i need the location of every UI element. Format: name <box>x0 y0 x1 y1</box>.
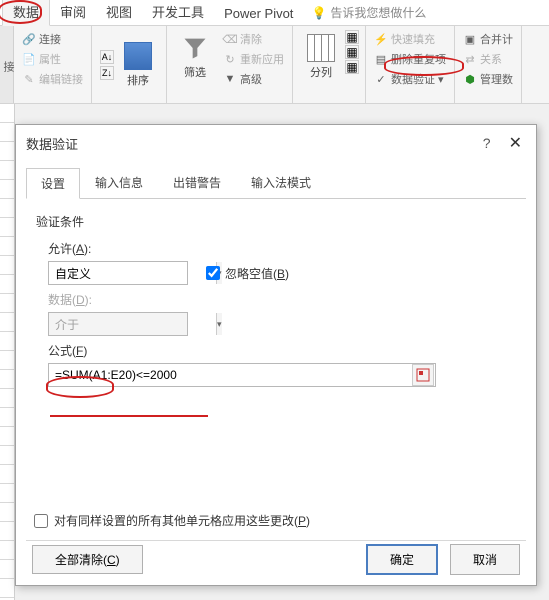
btn-consolidate[interactable]: ▣合并计 <box>461 30 515 48</box>
tab-error-alert[interactable]: 出错警告 <box>158 167 236 198</box>
allow-label: 允许(A): <box>48 240 516 257</box>
tab-view[interactable]: 视图 <box>96 0 142 25</box>
group-datatools: ⚡快速填充 ▤删除重复项 ✓数据验证 ▾ <box>366 26 455 103</box>
btn-manage[interactable]: ⬢管理数 <box>461 70 515 88</box>
sort-desc-icon[interactable]: Z↓ <box>100 66 114 80</box>
apply-all-checkbox[interactable] <box>34 514 48 528</box>
btn-connections[interactable]: 🔗连接 <box>20 30 85 48</box>
allow-input[interactable] <box>49 262 216 284</box>
range-icon <box>416 368 430 382</box>
btn-reapply[interactable]: ↻重新应用 <box>221 50 286 68</box>
dialog-title: 数据验证 <box>26 134 78 153</box>
allow-combo[interactable]: ▾ <box>48 261 188 285</box>
mini-icon-3[interactable]: ▦ <box>345 60 359 74</box>
tab-ime-mode[interactable]: 输入法模式 <box>236 167 326 198</box>
btn-editlinks[interactable]: ✎编辑链接 <box>20 70 85 88</box>
dialog-tabs: 设置 输入信息 出错警告 输入法模式 <box>26 167 526 199</box>
group-filter: 筛选 ⌫清除 ↻重新应用 ▼高级 <box>167 26 293 103</box>
edit-icon: ✎ <box>22 72 36 86</box>
left-edge: 接 <box>0 26 14 103</box>
sort-icon <box>124 42 152 70</box>
ribbon-bar: 接 🔗连接 📄属性 ✎编辑链接 A↓ Z↓ 排序 筛选 ⌫清除 ↻重新应用 ▼高… <box>0 26 549 104</box>
tab-input-message[interactable]: 输入信息 <box>80 167 158 198</box>
btn-filter[interactable]: 筛选 <box>173 30 217 99</box>
consolidate-icon: ▣ <box>463 32 477 46</box>
btn-clear[interactable]: ⌫清除 <box>221 30 286 48</box>
tab-settings[interactable]: 设置 <box>26 168 80 199</box>
cancel-button[interactable]: 取消 <box>450 544 520 575</box>
tellme-search[interactable]: 💡 告诉我您想做什么 <box>303 0 434 25</box>
filter-icon <box>181 34 209 62</box>
btn-removedup[interactable]: ▤删除重复项 <box>372 50 448 68</box>
formula-box[interactable] <box>48 363 436 387</box>
advanced-icon: ▼ <box>223 72 237 86</box>
ignore-blank-row[interactable]: 忽略空值(B) <box>206 265 289 282</box>
ignore-blank-label: 忽略空值(B) <box>225 265 289 282</box>
link-icon: 🔗 <box>22 32 36 46</box>
group-connections: 🔗连接 📄属性 ✎编辑链接 <box>14 26 92 103</box>
data-validation-dialog: 数据验证 ? ✕ 设置 输入信息 出错警告 输入法模式 验证条件 允许(A): … <box>15 124 537 586</box>
btn-flashfill[interactable]: ⚡快速填充 <box>372 30 448 48</box>
btn-relations[interactable]: ⇄关系 <box>461 50 515 68</box>
data-input <box>49 313 216 335</box>
group-sort: A↓ Z↓ 排序 <box>92 26 167 103</box>
btn-advanced[interactable]: ▼高级 <box>221 70 286 88</box>
removedup-icon: ▤ <box>374 52 388 66</box>
formula-input[interactable] <box>49 368 412 382</box>
flash-icon: ⚡ <box>374 32 388 46</box>
btn-textcolumns[interactable]: 分列 <box>299 30 343 99</box>
clear-icon: ⌫ <box>223 32 237 46</box>
ok-button[interactable]: 确定 <box>366 544 438 575</box>
bulb-icon: 💡 <box>311 6 326 20</box>
validation-icon: ✓ <box>374 72 388 86</box>
tab-review[interactable]: 审阅 <box>50 0 96 25</box>
btn-properties[interactable]: 📄属性 <box>20 50 85 68</box>
section-criteria: 验证条件 <box>36 213 516 230</box>
props-icon: 📄 <box>22 52 36 66</box>
dialog-body: 验证条件 允许(A): ▾ 忽略空值(B) 数据(D): ▾ 公式(F) <box>16 199 536 401</box>
mini-icon-1[interactable]: ▦ <box>345 30 359 44</box>
ribbon-tabs: 数据 审阅 视图 开发工具 Power Pivot 💡 告诉我您想做什么 <box>0 0 549 26</box>
ignore-blank-checkbox[interactable] <box>206 266 220 280</box>
mini-icon-2[interactable]: ▦ <box>345 45 359 59</box>
textcolumns-icon <box>307 34 335 62</box>
clear-all-button[interactable]: 全部清除(C) <box>32 545 143 574</box>
group-outline: ▣合并计 ⇄关系 ⬢管理数 <box>455 26 522 103</box>
apply-all-row[interactable]: 对有同样设置的所有其他单元格应用这些更改(P) <box>34 512 310 529</box>
close-button[interactable]: ✕ <box>505 133 526 153</box>
data-dropdown-btn: ▾ <box>216 313 222 335</box>
btn-sort[interactable]: 排序 <box>116 38 160 92</box>
apply-all-label: 对有同样设置的所有其他单元格应用这些更改(P) <box>54 512 310 529</box>
tellme-label: 告诉我您想做什么 <box>330 4 426 21</box>
sort-asc-icon[interactable]: A↓ <box>100 50 114 64</box>
manage-icon: ⬢ <box>463 72 477 86</box>
group-texttools: 分列 ▦ ▦ ▦ <box>293 26 366 103</box>
btn-validation[interactable]: ✓数据验证 ▾ <box>372 70 448 88</box>
dialog-titlebar: 数据验证 ? ✕ <box>16 125 536 161</box>
tab-data[interactable]: 数据 <box>2 0 50 26</box>
tab-powerpivot[interactable]: Power Pivot <box>214 2 303 25</box>
data-combo: ▾ <box>48 312 188 336</box>
help-button[interactable]: ? <box>483 135 491 151</box>
dialog-buttons: 全部清除(C) 确定 取消 <box>32 544 520 575</box>
sheet-rows <box>0 104 15 600</box>
dialog-separator <box>26 540 526 541</box>
formula-label: 公式(F) <box>48 342 516 359</box>
range-selector-button[interactable] <box>412 364 434 386</box>
tab-developer[interactable]: 开发工具 <box>142 0 214 25</box>
data-label: 数据(D): <box>48 291 516 308</box>
relations-icon: ⇄ <box>463 52 477 66</box>
reapply-icon: ↻ <box>223 52 237 66</box>
